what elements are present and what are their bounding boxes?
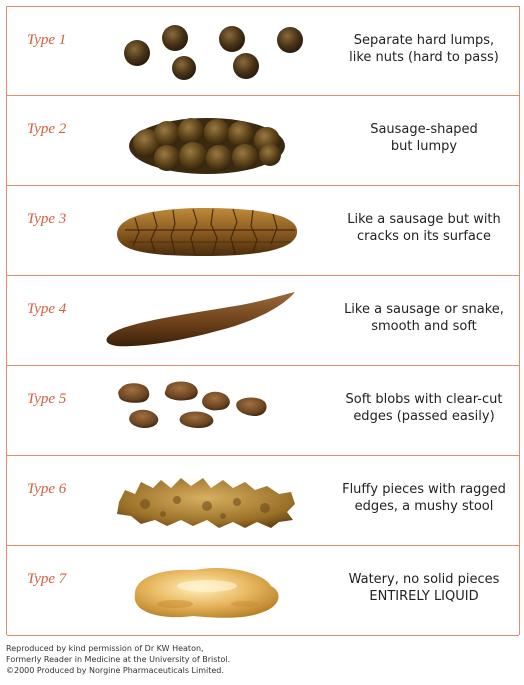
- type-4-illustration: [95, 276, 315, 366]
- type-description: Watery, no solid pieces ENTIRELY LIQUID: [348, 572, 500, 604]
- chart-row-type-6: Type 6 Fluffy pieces with ragged edges, …: [7, 456, 519, 546]
- type-label: Type 6: [27, 481, 67, 497]
- type-1-illustration: [95, 7, 315, 97]
- type-6-illustration: [95, 456, 315, 546]
- type-description: Soft blobs with clear-cut edges (passed …: [345, 392, 503, 424]
- type-description: Fluffy pieces with ragged edges, a mushy…: [342, 482, 506, 514]
- type-label: Type 5: [27, 391, 67, 407]
- credit-line: Reproduced by kind permission of Dr KW H…: [6, 644, 204, 653]
- chart-row-type-2: Type 2 Sausage-shaped but lumpy: [7, 96, 519, 186]
- type-description: Separate hard lumps, like nuts (hard to …: [349, 33, 499, 65]
- bristol-stool-chart: Type 1 Separate hard lumps, like nuts (h…: [6, 6, 520, 636]
- type-label: Type 4: [27, 301, 67, 317]
- type-description: Sausage-shaped but lumpy: [370, 122, 478, 154]
- chart-row-type-3: Type 3 Like a sausage but with cracks on…: [7, 186, 519, 276]
- type-3-illustration: [95, 186, 315, 276]
- copyright-line: ©2000 Produced by Norgine Pharmaceutical…: [6, 666, 224, 675]
- chart-row-type-5: Type 5 Soft blobs with clear-cut edges (…: [7, 366, 519, 456]
- chart-row-type-4: Type 4 Like a sausage or snake, smooth a…: [7, 276, 519, 366]
- credit-line: Formerly Reader in Medicine at the Unive…: [6, 655, 231, 664]
- type-description: Like a sausage but with cracks on its su…: [347, 212, 501, 244]
- credits: Reproduced by kind permission of Dr KW H…: [6, 643, 230, 676]
- type-label: Type 3: [27, 211, 67, 227]
- chart-row-type-7: Type 7 Watery, no solid pieces ENTIRELY …: [7, 546, 519, 636]
- type-2-illustration: [95, 96, 315, 186]
- type-label: Type 1: [27, 32, 67, 48]
- type-label: Type 2: [27, 121, 67, 137]
- type-7-illustration: [95, 546, 315, 636]
- chart-row-type-1: Type 1 Separate hard lumps, like nuts (h…: [7, 6, 519, 96]
- type-label: Type 7: [27, 571, 67, 587]
- type-5-illustration: [95, 366, 315, 456]
- type-description: Like a sausage or snake, smooth and soft: [344, 302, 504, 334]
